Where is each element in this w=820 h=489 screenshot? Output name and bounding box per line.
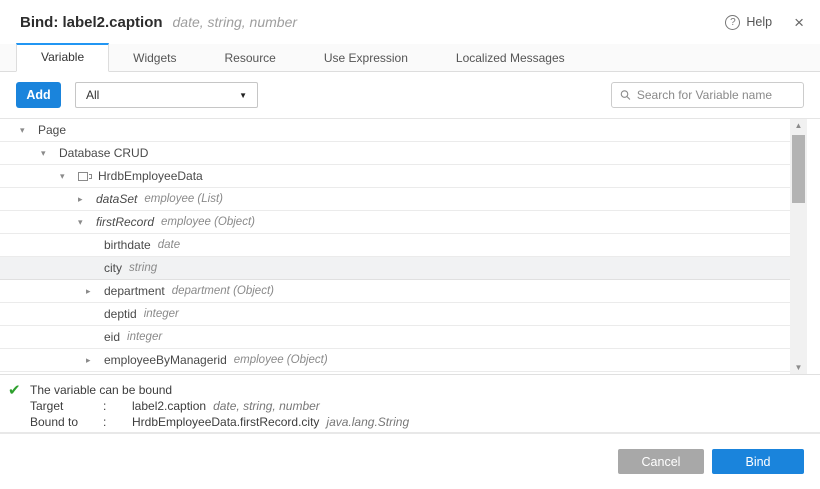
tree-item-deptid[interactable]: deptid integer [0,303,790,326]
tree-item-page[interactable]: ▾Page [0,119,790,142]
target-colon: : [103,398,132,414]
tree-item-type: integer [144,308,179,320]
filter-dropdown-value: All [86,88,99,102]
variable-tree: ▾Page▾Database CRUD▾HrdbEmployeeData▸dat… [0,119,820,375]
tree-item-eid[interactable]: eid integer [0,326,790,349]
toolbar: Add All ▼ [0,72,820,119]
tree-item-label: Page [38,123,66,137]
target-value: label2.caption [132,398,206,414]
tree-item-type: integer [127,331,162,343]
tree-item-label: city [104,261,122,275]
scrollbar-down-icon[interactable]: ▼ [790,361,807,375]
tab-resource[interactable]: Resource [201,45,300,72]
tree-item-label: HrdbEmployeeData [98,169,203,183]
help-icon[interactable]: ? [725,15,740,30]
tree-item-department[interactable]: ▸department department (Object) [0,280,790,303]
dialog-subtitle: date, string, number [173,14,298,30]
tree-item-label: department [104,284,165,298]
tree-item-dataset[interactable]: ▸dataSet employee (List) [0,188,790,211]
tree-item-employeebymanagerid[interactable]: ▸employeeByManagerid employee (Object) [0,349,790,372]
tree-item-type: date [158,239,180,251]
tree-item-label: firstRecord [96,215,154,229]
tree-item-firstrecord[interactable]: ▾firstRecord employee (Object) [0,211,790,234]
status-target-row: Target : label2.caption date, string, nu… [30,398,409,414]
service-variable-icon [78,171,92,182]
tree-item-type: employee (Object) [234,354,328,366]
tab-use-expression[interactable]: Use Expression [300,45,432,72]
add-button[interactable]: Add [16,82,61,108]
help-button[interactable]: ? Help [725,15,772,30]
dialog-header: Bind: label2.caption date, string, numbe… [0,0,820,44]
status-panel: ✔ The variable can be bound Target : lab… [0,375,820,432]
tree-item-label: dataSet [96,192,137,206]
tree-item-type: string [129,262,157,274]
bind-button[interactable]: Bind [712,449,804,474]
search-icon [620,89,631,101]
tree-item-database-crud[interactable]: ▾Database CRUD [0,142,790,165]
close-icon[interactable]: × [794,14,804,31]
tree-item-city[interactable]: city string [0,257,790,280]
scrollbar-up-icon[interactable]: ▲ [790,119,807,133]
tab-widgets[interactable]: Widgets [109,45,200,72]
dialog-footer: Cancel Bind [0,434,820,489]
search-box[interactable] [611,82,804,108]
boundto-colon: : [103,414,132,430]
tab-variable[interactable]: Variable [16,43,109,72]
tree-item-birthdate[interactable]: birthdate date [0,234,790,257]
chevron-right-icon[interactable]: ▸ [86,286,104,297]
scrollbar[interactable]: ▲ ▼ [790,119,807,375]
boundto-label: Bound to [30,414,103,430]
tree-item-type: department (Object) [172,285,274,297]
tree-item-label: deptid [104,307,137,321]
scrollbar-thumb[interactable] [792,135,805,203]
status-message-text: The variable can be bound [30,382,172,398]
target-type: date, string, number [213,398,320,414]
chevron-down-icon: ▼ [239,91,247,100]
tree-item-label: Database CRUD [59,146,148,160]
search-input[interactable] [637,88,795,102]
chevron-right-icon[interactable]: ▸ [78,194,96,205]
tab-bar: Variable Widgets Resource Use Expression… [0,44,820,72]
status-message: The variable can be bound [30,382,409,398]
tree-item-type: employee (List) [144,193,223,205]
success-check-icon: ✔ [8,381,30,399]
chevron-down-icon[interactable]: ▾ [60,171,78,182]
cancel-button[interactable]: Cancel [618,449,704,474]
tree-item-hrdbemployeedata[interactable]: ▾ HrdbEmployeeData [0,165,790,188]
target-label: Target [30,398,103,414]
chevron-right-icon[interactable]: ▸ [86,355,104,366]
chevron-down-icon[interactable]: ▾ [41,148,59,159]
status-boundto-row: Bound to : HrdbEmployeeData.firstRecord.… [30,414,409,430]
tree-item-label: employeeByManagerid [104,353,227,367]
boundto-value: HrdbEmployeeData.firstRecord.city [132,414,319,430]
filter-dropdown[interactable]: All ▼ [75,82,258,108]
help-label[interactable]: Help [746,15,772,29]
chevron-down-icon[interactable]: ▾ [78,217,96,228]
chevron-down-icon[interactable]: ▾ [20,125,38,136]
tree-item-label: eid [104,330,120,344]
tree-item-type: employee (Object) [161,216,255,228]
tab-localized-messages[interactable]: Localized Messages [432,45,589,72]
bind-dialog: Bind: label2.caption date, string, numbe… [0,0,820,489]
dialog-title: Bind: label2.caption [20,14,163,31]
boundto-type: java.lang.String [326,414,409,430]
tree-item-label: birthdate [104,238,151,252]
